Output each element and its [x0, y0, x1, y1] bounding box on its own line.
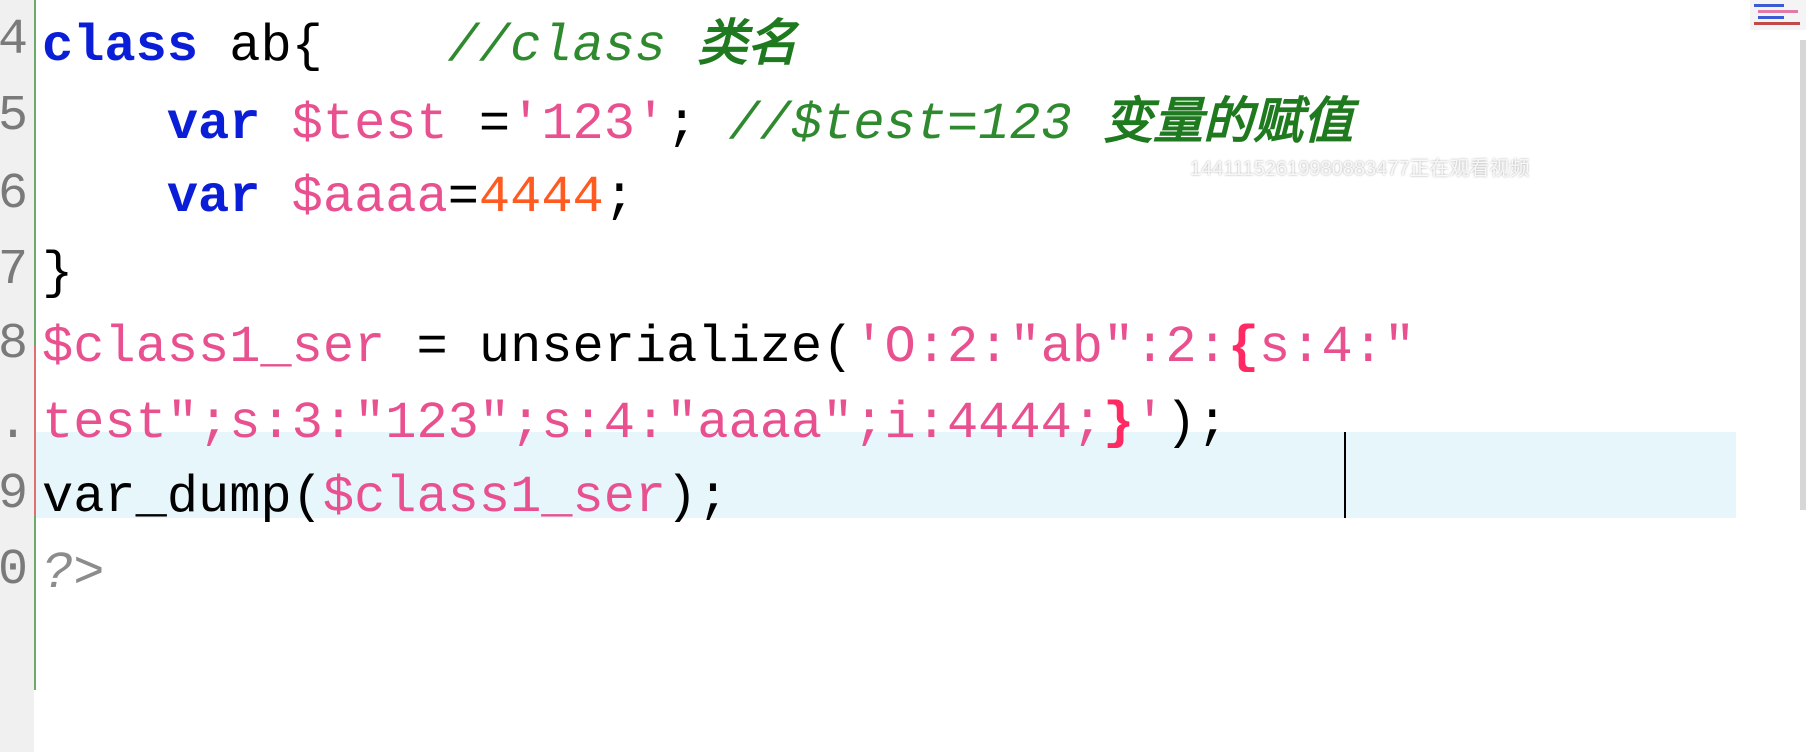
code-token: ; [666, 95, 729, 154]
number-token: 4444 [478, 168, 604, 227]
code-token: } [42, 244, 74, 303]
viewer-watermark: 14411152619980883477正在观看视频 [1190, 158, 1530, 180]
comment-token: //$test=123 [728, 95, 1104, 154]
variable-token: $aaaa [291, 168, 448, 227]
string-token: test";s:3:"123";s:4:"aaaa";i:4444; [42, 394, 1103, 453]
code-line[interactable]: var $aaaa=4444; [42, 172, 635, 224]
variable-token: $test [291, 95, 448, 154]
code-line[interactable]: } [42, 248, 73, 300]
code-token: = [447, 95, 511, 154]
text-cursor [1344, 432, 1346, 518]
code-line[interactable]: ?> [42, 548, 104, 600]
vertical-scrollbar[interactable] [1800, 40, 1806, 510]
code-line[interactable]: var $test ='123'; //$test=123 变量的赋值 [42, 96, 1353, 151]
line-number: 6 [0, 166, 29, 223]
matched-brace: } [1102, 394, 1135, 453]
line-number: 9 [0, 466, 29, 523]
code-line[interactable]: class ab{ //class 类名 [42, 18, 797, 73]
gutter-change-marker [34, 0, 36, 690]
code-token: ); [1165, 394, 1228, 453]
line-number: 0 [0, 542, 29, 599]
code-token: = unserialize( [385, 318, 854, 377]
code-line[interactable]: var_dump($class1_ser); [42, 472, 729, 524]
keyword-token: class [42, 17, 199, 76]
code-editor[interactable]: 4 5 6 7 8. 9 0 class ab{ //class 类名 var $test … [0, 0, 1806, 752]
code-token: ab{ [198, 17, 448, 76]
php-close-tag: ?> [42, 544, 105, 603]
variable-token: $class1_ser [322, 468, 667, 527]
string-token: ' [1134, 394, 1166, 453]
code-token: ; [603, 168, 635, 227]
keyword-token: var [166, 168, 261, 227]
comment-token: //class [447, 17, 698, 76]
line-number: 7 [0, 242, 29, 299]
chinese-annotation: 变量的赋值 [1103, 92, 1354, 150]
code-line[interactable]: $class1_ser = unserialize('O:2:"ab":2:{s… [42, 322, 1415, 374]
string-token: 'O:2:"ab":2: [853, 318, 1228, 377]
line-number: . [0, 396, 29, 453]
code-token: var_dump( [42, 468, 323, 527]
chinese-annotation: 类名 [697, 14, 798, 72]
line-number: 4 [0, 12, 29, 69]
line-number: 8 [0, 316, 29, 373]
code-line[interactable]: test";s:3:"123";s:4:"aaaa";i:4444;}'); [42, 398, 1228, 450]
code-token: ); [666, 468, 729, 527]
string-token: s:4:" [1259, 318, 1416, 377]
code-token: = [447, 168, 479, 227]
variable-token: $class1_ser [42, 318, 386, 377]
minimap-thumbnail[interactable] [1750, 0, 1806, 30]
matched-brace: { [1227, 318, 1260, 377]
string-token: '123' [510, 95, 667, 154]
keyword-token: var [166, 95, 261, 154]
line-number: 5 [0, 88, 29, 145]
